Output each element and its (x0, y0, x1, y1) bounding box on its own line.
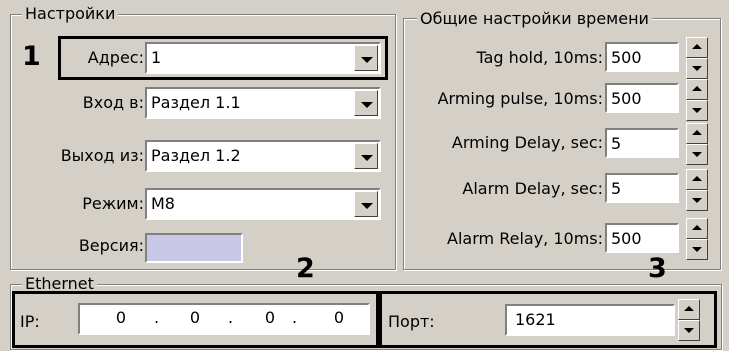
ip-octet-4[interactable]: 0 (324, 305, 344, 331)
alarm-relay-label: Alarm Relay, 10ms: (447, 229, 603, 248)
alarm-relay-value: 500 (611, 229, 642, 248)
alarm-relay-down-button[interactable] (686, 239, 708, 260)
address-label: Адрес: (87, 48, 144, 67)
alarm-delay-up-button[interactable] (686, 169, 708, 190)
arming-pulse-up-button[interactable] (686, 79, 708, 100)
alarm-delay-input[interactable]: 5 (605, 173, 679, 203)
ip-octet-2[interactable]: 0 (180, 305, 200, 331)
port-down-button[interactable] (678, 320, 700, 341)
tag-hold-up-button[interactable] (686, 37, 708, 58)
port-input[interactable]: 1621 (505, 304, 675, 336)
input-dropdown-button[interactable] (354, 90, 378, 116)
callout-1: 1 (22, 41, 41, 72)
arming-delay-label: Arming Delay, sec: (451, 133, 603, 152)
alarm-delay-spinner[interactable] (686, 169, 708, 211)
alarm-delay-value: 5 (611, 179, 622, 198)
time-settings-group-title: Общие настройки времени (417, 9, 652, 29)
arming-pulse-label: Arming pulse, 10ms: (437, 89, 603, 108)
ip-address-field[interactable]: 0 . 0 . 0 . 0 (78, 303, 370, 335)
arming-pulse-spinner[interactable] (686, 79, 708, 121)
tag-hold-input[interactable]: 500 (605, 42, 679, 72)
version-label: Версия: (78, 236, 144, 255)
tag-hold-value: 500 (611, 48, 642, 67)
arming-delay-down-button[interactable] (686, 144, 708, 165)
mode-combo[interactable]: M8 (145, 188, 381, 220)
tag-hold-down-button[interactable] (686, 58, 708, 79)
port-spinner[interactable] (678, 299, 700, 341)
output-value: Раздел 1.2 (151, 146, 241, 165)
address-dropdown-button[interactable] (354, 45, 378, 71)
settings-group-title: Настройки (22, 4, 119, 24)
arming-pulse-down-button[interactable] (686, 100, 708, 121)
tag-hold-label: Tag hold, 10ms: (476, 48, 603, 67)
version-field (145, 233, 243, 263)
ethernet-group-title: Ethernet (22, 276, 97, 290)
alarm-relay-spinner[interactable] (686, 218, 708, 260)
alarm-delay-down-button[interactable] (686, 190, 708, 211)
output-combo[interactable]: Раздел 1.2 (145, 140, 381, 172)
alarm-relay-input[interactable]: 500 (605, 223, 679, 253)
ip-dot-1: . (154, 308, 160, 327)
ip-dot-2: . (228, 308, 234, 327)
input-label: Вход в: (82, 93, 144, 112)
mode-value: M8 (151, 194, 175, 213)
arming-pulse-input[interactable]: 500 (605, 83, 679, 113)
output-label: Выход из: (60, 146, 144, 165)
port-label: Порт: (388, 312, 435, 331)
callout-3: 3 (648, 253, 667, 284)
arming-delay-value: 5 (611, 134, 622, 153)
address-value: 1 (151, 48, 162, 67)
ip-octet-3[interactable]: 0 (255, 305, 275, 331)
input-combo[interactable]: Раздел 1.1 (145, 87, 381, 119)
port-up-button[interactable] (678, 299, 700, 320)
mode-label: Режим: (82, 194, 144, 213)
mode-dropdown-button[interactable] (354, 191, 378, 217)
address-combo[interactable]: 1 (145, 42, 381, 74)
tag-hold-spinner[interactable] (686, 37, 708, 79)
output-dropdown-button[interactable] (354, 143, 378, 169)
callout-2: 2 (296, 253, 315, 284)
alarm-delay-label: Alarm Delay, sec: (462, 179, 603, 198)
alarm-relay-up-button[interactable] (686, 218, 708, 239)
ip-octet-1[interactable]: 0 (106, 305, 126, 331)
ip-label: IP: (20, 312, 40, 331)
arming-pulse-value: 500 (611, 89, 642, 108)
port-value: 1621 (515, 310, 556, 329)
input-value: Раздел 1.1 (151, 93, 241, 112)
arming-delay-up-button[interactable] (686, 123, 708, 144)
arming-delay-spinner[interactable] (686, 123, 708, 165)
ip-dot-3: . (292, 308, 298, 327)
arming-delay-input[interactable]: 5 (605, 128, 679, 158)
